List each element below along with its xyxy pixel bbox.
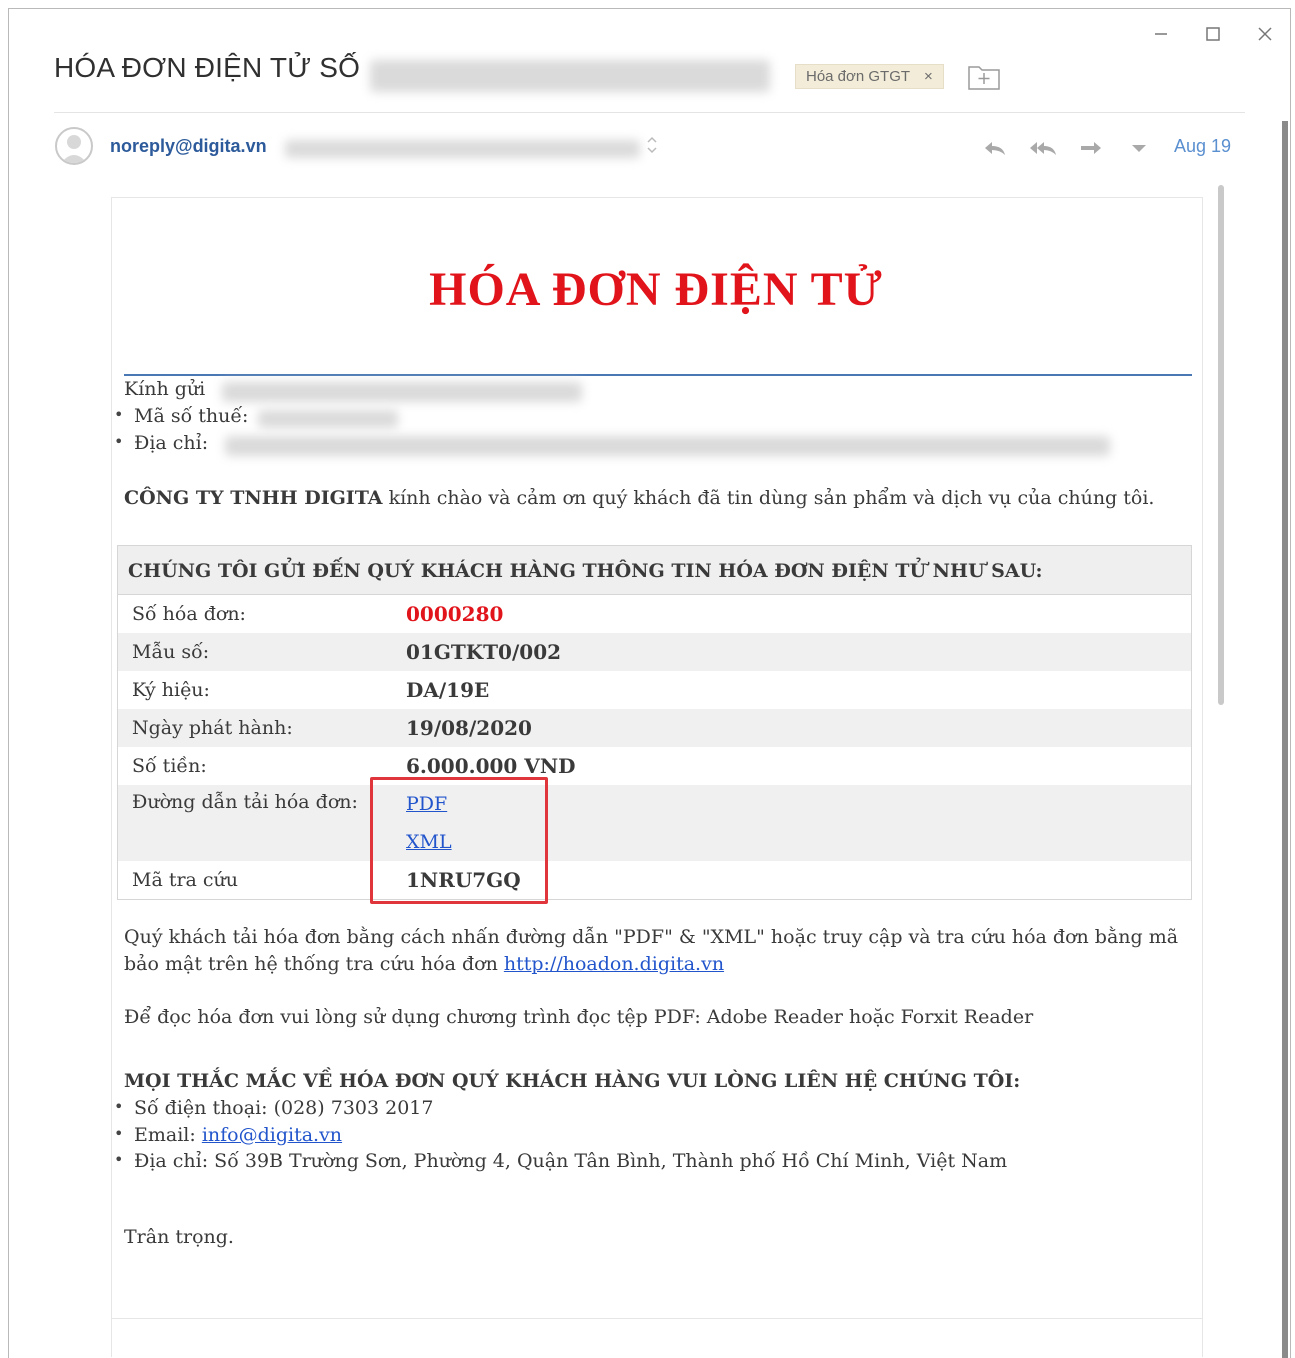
table-row: Số hóa đơn: 0000280 (118, 595, 1191, 633)
contact-address-item: Địa chỉ: Số 39B Trường Sơn, Phường 4, Qu… (114, 1150, 1008, 1172)
updown-chevron-icon (647, 136, 657, 154)
recipient-name-redacted (222, 382, 582, 402)
window-controls (1146, 21, 1280, 47)
contact-email-link[interactable]: info@digita.vn (202, 1124, 342, 1146)
table-row: Đường dẫn tải hóa đơn: PDF XML (118, 785, 1191, 861)
message-actions (980, 136, 1154, 160)
email-subject: HÓA ĐƠN ĐIỆN TỬ SỐ (54, 52, 361, 83)
instruction-line-1: Quý khách tải hóa đơn bằng cách nhấn đườ… (124, 926, 1179, 948)
invoice-number-label: Số hóa đơn: (132, 603, 246, 625)
instruction-line-2: bảo mật trên hệ thống tra cứu hóa đơn ht… (124, 953, 724, 975)
add-label-button[interactable] (967, 63, 1001, 91)
reply-all-icon (1030, 142, 1056, 155)
reply-icon (985, 142, 1005, 155)
reader-note: Để đọc hóa đơn vui lòng sử dụng chương t… (124, 1006, 1034, 1028)
instruction-text: bảo mật trên hệ thống tra cứu hóa đơn (124, 953, 504, 975)
contact-email-item: Email: info@digita.vn (114, 1124, 342, 1146)
forward-icon (1081, 142, 1101, 154)
close-icon (1258, 27, 1272, 41)
minimize-button[interactable] (1146, 21, 1176, 47)
amount-label: Số tiền: (132, 755, 207, 777)
tax-code-item: Mã số thuế: (114, 405, 249, 427)
greeting-message: kính chào và cảm ơn quý khách đã tin dùn… (382, 487, 1155, 509)
table-header: CHÚNG TÔI GỬI ĐẾN QUÝ KHÁCH HÀNG THÔNG T… (118, 546, 1191, 595)
header-divider (54, 112, 1245, 113)
form-number-value: 01GTKT0/002 (406, 640, 562, 664)
contact-phone: Số điện thoại: (028) 7303 2017 (134, 1097, 434, 1119)
expand-details-button[interactable] (646, 134, 658, 156)
remove-tag-button[interactable]: × (924, 64, 933, 89)
salutation: Kính gửi (124, 378, 206, 400)
form-number-label: Mẫu số: (132, 641, 210, 663)
table-row: Ngày phát hành: 19/08/2020 (118, 709, 1191, 747)
frame-divider (111, 1318, 1203, 1319)
minimize-icon (1155, 33, 1167, 35)
tag-label: Hóa đơn GTGT (806, 68, 911, 85)
tax-code-label: Mã số thuế: (134, 405, 249, 427)
invoice-number-value: 0000280 (406, 602, 504, 626)
sender-avatar (55, 127, 93, 165)
amount-value: 6.000.000 VND (406, 754, 576, 778)
issue-date-value: 19/08/2020 (406, 716, 532, 740)
maximize-button[interactable] (1198, 21, 1228, 47)
message-date[interactable]: Aug 19 (1174, 136, 1231, 157)
recipients-redacted (285, 140, 640, 158)
company-name: CÔNG TY TNHH DIGITA (124, 487, 383, 509)
table-row: Mẫu số: 01GTKT0/002 (118, 633, 1191, 671)
message-scrollbar[interactable] (1218, 185, 1224, 705)
chevron-down-icon (1132, 145, 1146, 152)
person-icon (61, 135, 87, 163)
subject-redacted (370, 60, 770, 92)
signoff: Trân trọng. (124, 1226, 234, 1248)
lookup-code-label: Mã tra cứu (132, 869, 239, 891)
sender-address[interactable]: noreply@digita.vn (110, 136, 267, 157)
add-folder-icon (968, 66, 1000, 90)
invoice-title: HÓA ĐƠN ĐIỆN TỬ (429, 263, 883, 316)
window-scrollbar[interactable] (1282, 121, 1288, 1358)
contact-address: Địa chỉ: Số 39B Trường Sơn, Phường 4, Qu… (134, 1150, 1008, 1172)
greeting-text: CÔNG TY TNHH DIGITA kính chào và cảm ơn … (124, 487, 1154, 509)
table-row: Ký hiệu: DA/19E (118, 671, 1191, 709)
pdf-download-link[interactable]: PDF (406, 793, 447, 815)
email-label: Email: (134, 1124, 202, 1146)
title-underline (124, 374, 1192, 376)
lookup-code-value: 1NRU7GQ (406, 868, 521, 892)
close-button[interactable] (1250, 21, 1280, 47)
contact-title: MỌI THẮC MẮC VỀ HÓA ĐƠN QUÝ KHÁCH HÀNG V… (124, 1070, 1021, 1092)
address-label: Địa chỉ: (134, 432, 209, 454)
symbol-value: DA/19E (406, 678, 490, 702)
table-row: Mã tra cứu 1NRU7GQ (118, 861, 1191, 899)
table-row: Số tiền: 6.000.000 VND (118, 747, 1191, 785)
download-label: Đường dẫn tải hóa đơn: (132, 791, 358, 813)
contact-phone-item: Số điện thoại: (028) 7303 2017 (114, 1097, 434, 1119)
issue-date-label: Ngày phát hành: (132, 717, 293, 739)
invoice-info-table: CHÚNG TÔI GỬI ĐẾN QUÝ KHÁCH HÀNG THÔNG T… (117, 545, 1192, 900)
label-tag[interactable]: Hóa đơn GTGT × (795, 64, 944, 89)
reply-all-button[interactable] (1028, 136, 1058, 160)
address-redacted (225, 436, 1110, 456)
address-item: Địa chỉ: (114, 432, 209, 454)
lookup-site-link[interactable]: http://hoadon.digita.vn (504, 953, 724, 975)
maximize-icon (1206, 27, 1220, 41)
xml-download-link[interactable]: XML (406, 831, 452, 853)
more-actions-button[interactable] (1124, 136, 1154, 160)
reply-button[interactable] (980, 136, 1010, 160)
tax-code-redacted (258, 410, 398, 428)
forward-button[interactable] (1076, 136, 1106, 160)
symbol-label: Ký hiệu: (132, 679, 210, 701)
